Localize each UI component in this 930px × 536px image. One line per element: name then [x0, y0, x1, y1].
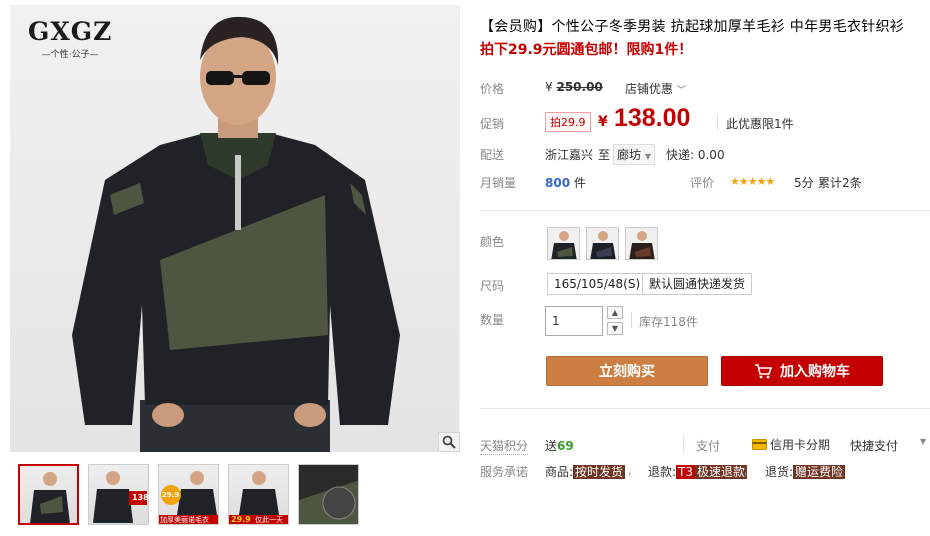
delivery-from: 浙江嘉兴	[545, 148, 594, 162]
goods-prefix: 商品:	[545, 465, 574, 479]
quantity-decrease-icon[interactable]: ▼	[607, 322, 623, 335]
on-time-delivery-badge[interactable]: 按时发货	[573, 465, 626, 479]
shop-discount-label: 店铺优惠	[625, 82, 674, 96]
color-swatch-3[interactable]	[625, 227, 658, 260]
thumbnail-strip: 138 29.9 加厚美丽诺毛衣 29.9 仅此一天	[18, 464, 359, 525]
color-label: 颜色	[480, 235, 505, 249]
return-shipping-insurance-badge[interactable]: 赠运费险	[793, 465, 846, 479]
return-prefix: 退货:	[765, 465, 794, 479]
size-option-2[interactable]: 默认圆通快递发货	[642, 273, 753, 295]
shipping-fee: 快递: 0.00	[666, 148, 725, 162]
tmall-points-label[interactable]: 天猫积分	[480, 437, 529, 455]
sales-unit: 件	[573, 176, 586, 190]
quantity-label: 数量	[480, 313, 505, 327]
destination-value: 廊坊	[617, 148, 642, 162]
size-label: 尺码	[480, 279, 505, 293]
points-prefix: 送	[545, 439, 558, 453]
separator-dot: ,	[628, 463, 632, 477]
section-divider	[480, 408, 930, 409]
section-divider	[480, 210, 930, 211]
promo-price-value: 138.00	[613, 104, 691, 132]
promise-return: 退货: 赠运费险	[765, 463, 846, 480]
fast-refund-badge[interactable]: 极速退款	[695, 465, 748, 479]
main-product-image[interactable]: GXGZ —个性·公子—	[10, 5, 460, 452]
product-page: GXGZ —个性·公子— 138 29.9 加厚美丽诺毛衣 29.9 仅此一天 …	[0, 0, 930, 536]
size-option-1[interactable]: 165/105/48(S)	[547, 273, 648, 295]
add-to-cart-label: 加入购物车	[780, 364, 850, 380]
promise-refund: 退款: T3 极速退款	[648, 463, 748, 480]
promo-line: 拍下29.9元圆通包邮！限购1件！	[480, 42, 693, 58]
logo-subtext: —个性·公子—	[41, 50, 99, 60]
original-price: ¥ 250.00	[545, 80, 603, 94]
thumbnail-badge: 138	[132, 493, 149, 502]
credit-card-icon	[752, 439, 767, 450]
promo-badge: 拍29.9	[545, 112, 591, 132]
caret-down-icon[interactable]: ▼	[920, 437, 926, 446]
quantity-increase-icon[interactable]: ▲	[607, 306, 623, 319]
sales-count: 800	[545, 176, 571, 190]
thumbnail-badge: 29.9	[162, 491, 180, 499]
delivery-label: 配送	[480, 148, 505, 162]
original-price-value: 250.00	[556, 80, 603, 94]
promo-price: ¥ 138.00	[598, 104, 690, 133]
divider	[631, 312, 632, 328]
thumbnail-badge: 29.9	[231, 515, 251, 524]
quantity-input[interactable]	[545, 306, 603, 336]
caret-down-icon: ▼	[644, 152, 651, 161]
thumbnail-5[interactable]	[298, 464, 359, 525]
promo-limit-note: 此优惠限1件	[726, 117, 794, 131]
model-illustration	[72, 16, 400, 452]
color-swatch-1[interactable]	[547, 227, 580, 260]
t3-badge: T3	[676, 465, 696, 479]
credit-installment[interactable]: 信用卡分期	[752, 436, 830, 453]
divider	[683, 436, 684, 452]
cart-icon	[755, 363, 772, 378]
thumbnail-3[interactable]: 29.9 加厚美丽诺毛衣	[158, 464, 219, 525]
price-label: 价格	[480, 82, 505, 96]
quick-pay[interactable]: 快捷支付	[850, 437, 898, 454]
currency-symbol: ¥	[545, 80, 553, 94]
reviews-link[interactable]: 累计2条	[818, 174, 862, 191]
delivery-to-word: 至	[598, 148, 611, 162]
promo-label: 促销	[480, 117, 505, 131]
separator-dot: ,	[744, 463, 748, 477]
currency-symbol: ¥	[598, 114, 608, 130]
service-promise-label: 服务承诺	[480, 465, 529, 479]
thumbnail-1[interactable]	[18, 464, 79, 525]
promise-goods: 商品: 按时发货	[545, 463, 626, 480]
rating-stars: ★★★★★	[730, 175, 775, 188]
thumbnail-caption: 加厚美丽诺毛衣	[160, 516, 209, 524]
stock-count: 库存118件	[639, 315, 698, 329]
payment-label: 支付	[696, 439, 721, 453]
thumbnail-4[interactable]: 29.9 仅此一天	[228, 464, 289, 525]
divider	[717, 114, 718, 130]
shop-discount-dropdown[interactable]: 店铺优惠 ﹀	[625, 80, 686, 97]
brand-logo: GXGZ —个性·公子—	[28, 17, 112, 60]
add-to-cart-button[interactable]: 加入购物车	[721, 356, 883, 386]
color-swatch-2[interactable]	[586, 227, 619, 260]
buy-now-label: 立刻购买	[599, 364, 655, 380]
rating-score: 5分	[794, 176, 814, 190]
thumbnail-caption: 仅此一天	[255, 516, 283, 524]
buy-now-button[interactable]: 立刻购买	[546, 356, 708, 386]
tmall-points: 送69	[545, 437, 574, 454]
chevron-down-icon: ﹀	[676, 86, 686, 96]
refund-prefix: 退款:	[648, 465, 677, 479]
rating-label: 评价	[690, 176, 715, 190]
monthly-sales: 800 件	[545, 174, 586, 191]
product-title: 【会员购】个性公子冬季男装 抗起球加厚羊毛衫 中年男毛衣针织衫	[480, 19, 905, 35]
zoom-icon[interactable]	[438, 432, 460, 452]
monthly-sales-label: 月销量	[480, 176, 517, 190]
product-gallery: GXGZ —个性·公子— 138 29.9 加厚美丽诺毛衣 29.9 仅此一天	[0, 0, 462, 536]
logo-text: GXGZ	[28, 17, 113, 46]
credit-installment-label: 信用卡分期	[770, 438, 831, 452]
points-value: 69	[557, 439, 574, 453]
destination-select[interactable]: 廊坊 ▼	[613, 144, 655, 165]
thumbnail-2[interactable]: 138	[88, 464, 149, 525]
